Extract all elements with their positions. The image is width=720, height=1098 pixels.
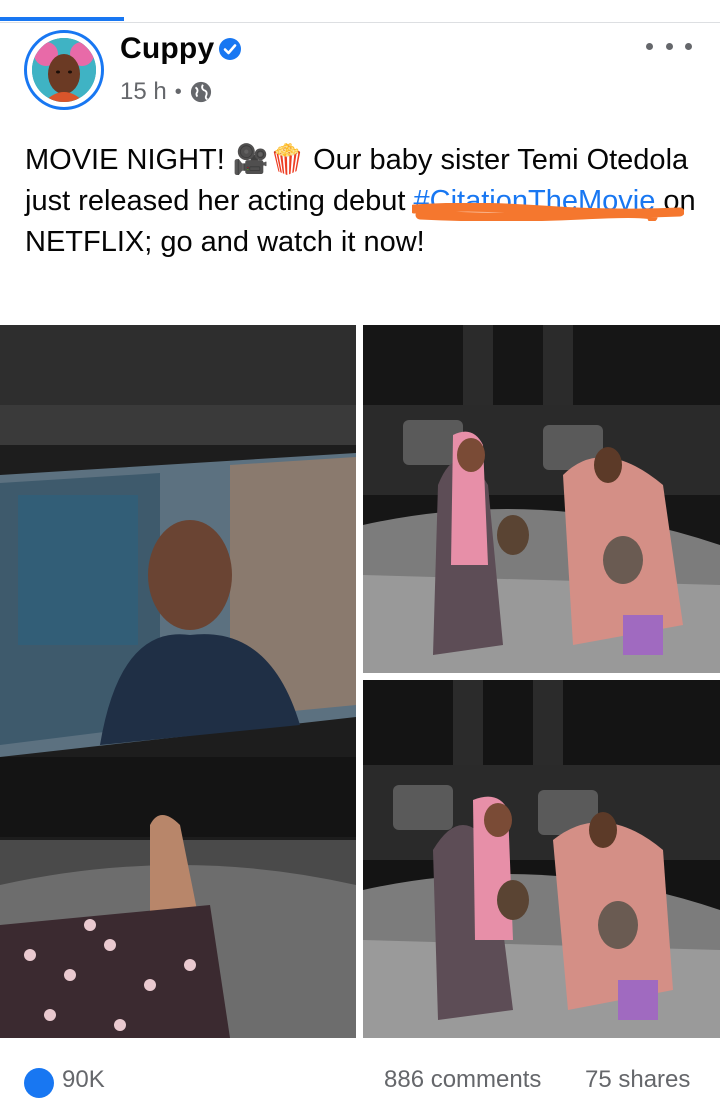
post-photo-tv-screen[interactable] <box>0 325 356 1038</box>
top-bar <box>0 0 720 23</box>
like-reaction-icon[interactable] <box>24 1068 54 1098</box>
author-name[interactable]: Cuppy <box>120 32 214 66</box>
shares-count[interactable]: 75 shares <box>585 1066 690 1094</box>
post-meta: 15 h • <box>120 78 212 106</box>
post-photo-sisters-1[interactable] <box>363 325 720 673</box>
verified-badge-icon <box>219 38 241 60</box>
active-tab-indicator <box>0 17 124 21</box>
globe-icon <box>190 81 211 103</box>
comments-count[interactable]: 886 comments <box>384 1066 541 1094</box>
post-text: MOVIE NIGHT! 🎥🍿 Our baby sister Temi Ote… <box>25 140 705 263</box>
reactions-row: 90K 886 comments 75 shares <box>0 1046 720 1098</box>
meta-separator: • <box>174 80 182 103</box>
redaction-scribble <box>411 203 684 221</box>
avatar-image <box>32 38 96 102</box>
post-hashtag[interactable]: #CitationTheMovie <box>411 185 684 221</box>
more-options-button[interactable] <box>646 34 692 58</box>
reaction-count[interactable]: 90K <box>62 1066 105 1094</box>
more-options-icon <box>646 42 653 50</box>
post-photo-sisters-2[interactable] <box>363 680 720 1038</box>
author-avatar[interactable] <box>24 30 104 110</box>
post-time[interactable]: 15 h <box>120 78 167 106</box>
